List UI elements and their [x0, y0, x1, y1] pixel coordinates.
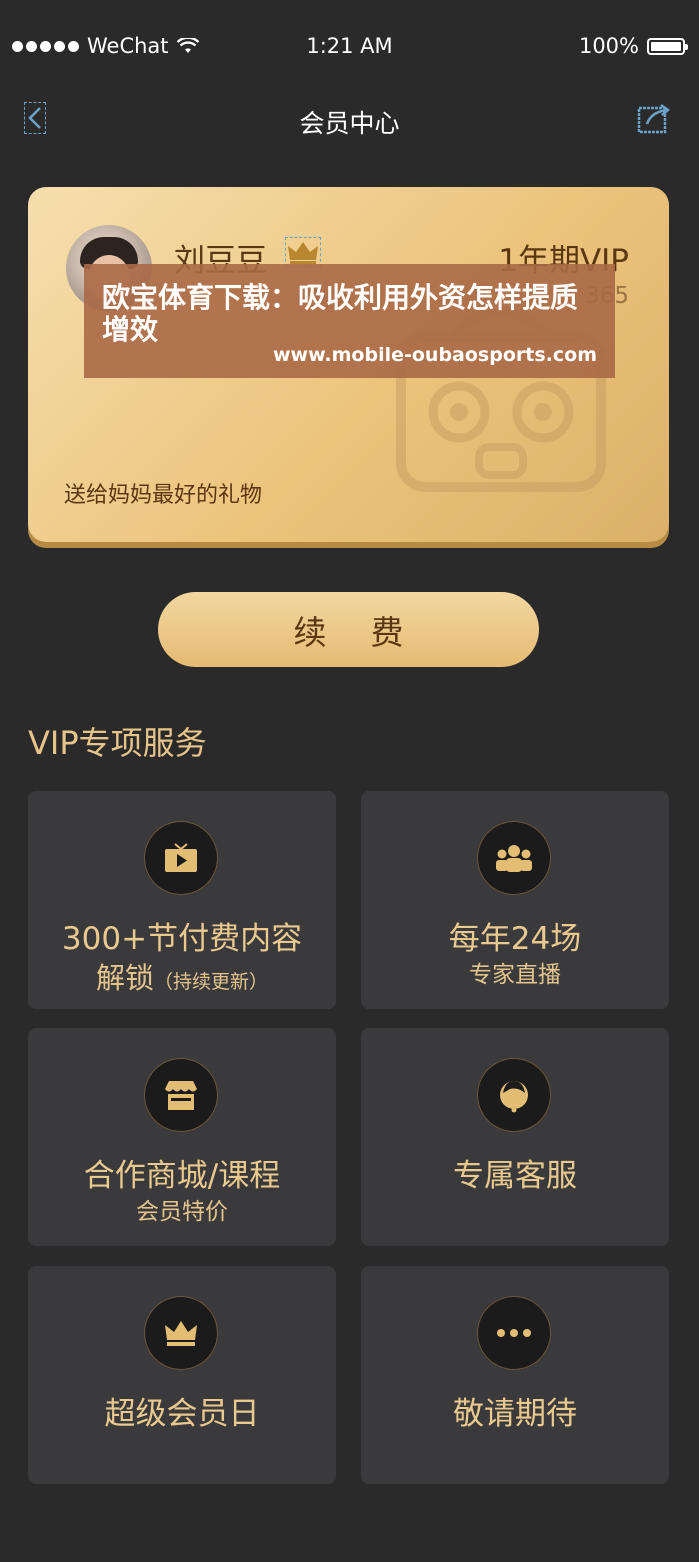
service-sub: 会员特价 — [136, 1199, 228, 1225]
video-icon — [144, 821, 218, 895]
crown-icon — [144, 1296, 218, 1370]
service-sub: 专家直播 — [469, 962, 561, 988]
service-sub-paren: （持续更新） — [154, 971, 269, 993]
service-title: 敬请期待 — [453, 1396, 577, 1432]
service-tile-mall[interactable]: 合作商城/课程 会员特价 — [28, 1028, 336, 1246]
store-icon — [144, 1058, 218, 1132]
service-tile-coming-soon[interactable]: 敬请期待 — [361, 1266, 669, 1484]
customer-service-icon — [477, 1058, 551, 1132]
ad-url[interactable]: www.mobile-oubaosports.com — [273, 344, 597, 366]
service-title: 超级会员日 — [104, 1396, 260, 1432]
status-bar: WeChat 1:21 AM 100% — [0, 0, 699, 92]
service-tile-member-day[interactable]: 超级会员日 — [28, 1266, 336, 1484]
battery-percent: 100% — [578, 34, 639, 58]
section-title: VIP专项服务 — [28, 724, 207, 762]
service-title: 每年24场 — [448, 921, 582, 957]
service-tile-live[interactable]: 每年24场 专家直播 — [361, 791, 669, 1009]
share-icon[interactable] — [637, 102, 671, 134]
renew-button[interactable]: 续费 — [158, 592, 539, 667]
service-tile-customer-service[interactable]: 专属客服 — [361, 1028, 669, 1246]
service-title: 300+节付费内容 — [61, 921, 303, 957]
vip-crown-icon — [285, 237, 321, 267]
group-icon — [477, 821, 551, 895]
page-title: 会员中心 — [299, 109, 400, 138]
ad-title: 欧宝体育下载：吸收利用外资怎样提质增效 — [102, 281, 579, 346]
card-slogan: 送给妈妈最好的礼物 — [64, 483, 263, 508]
nav-bar: 会员中心 — [0, 96, 699, 146]
service-sub-main: 解锁 — [95, 961, 154, 995]
service-sub: 解锁（持续更新） — [28, 955, 336, 997]
service-tile-paid-content[interactable]: 300+节付费内容 解锁（持续更新） — [28, 791, 336, 1009]
more-icon — [477, 1296, 551, 1370]
service-title: 合作商城/课程 — [83, 1158, 281, 1194]
battery-icon — [647, 37, 688, 55]
ad-overlay[interactable]: 欧宝体育下载：吸收利用外资怎样提质增效 www.mobile-oubaospor… — [84, 264, 615, 378]
service-title: 专属客服 — [453, 1158, 577, 1194]
status-right: 100% — [578, 34, 688, 58]
